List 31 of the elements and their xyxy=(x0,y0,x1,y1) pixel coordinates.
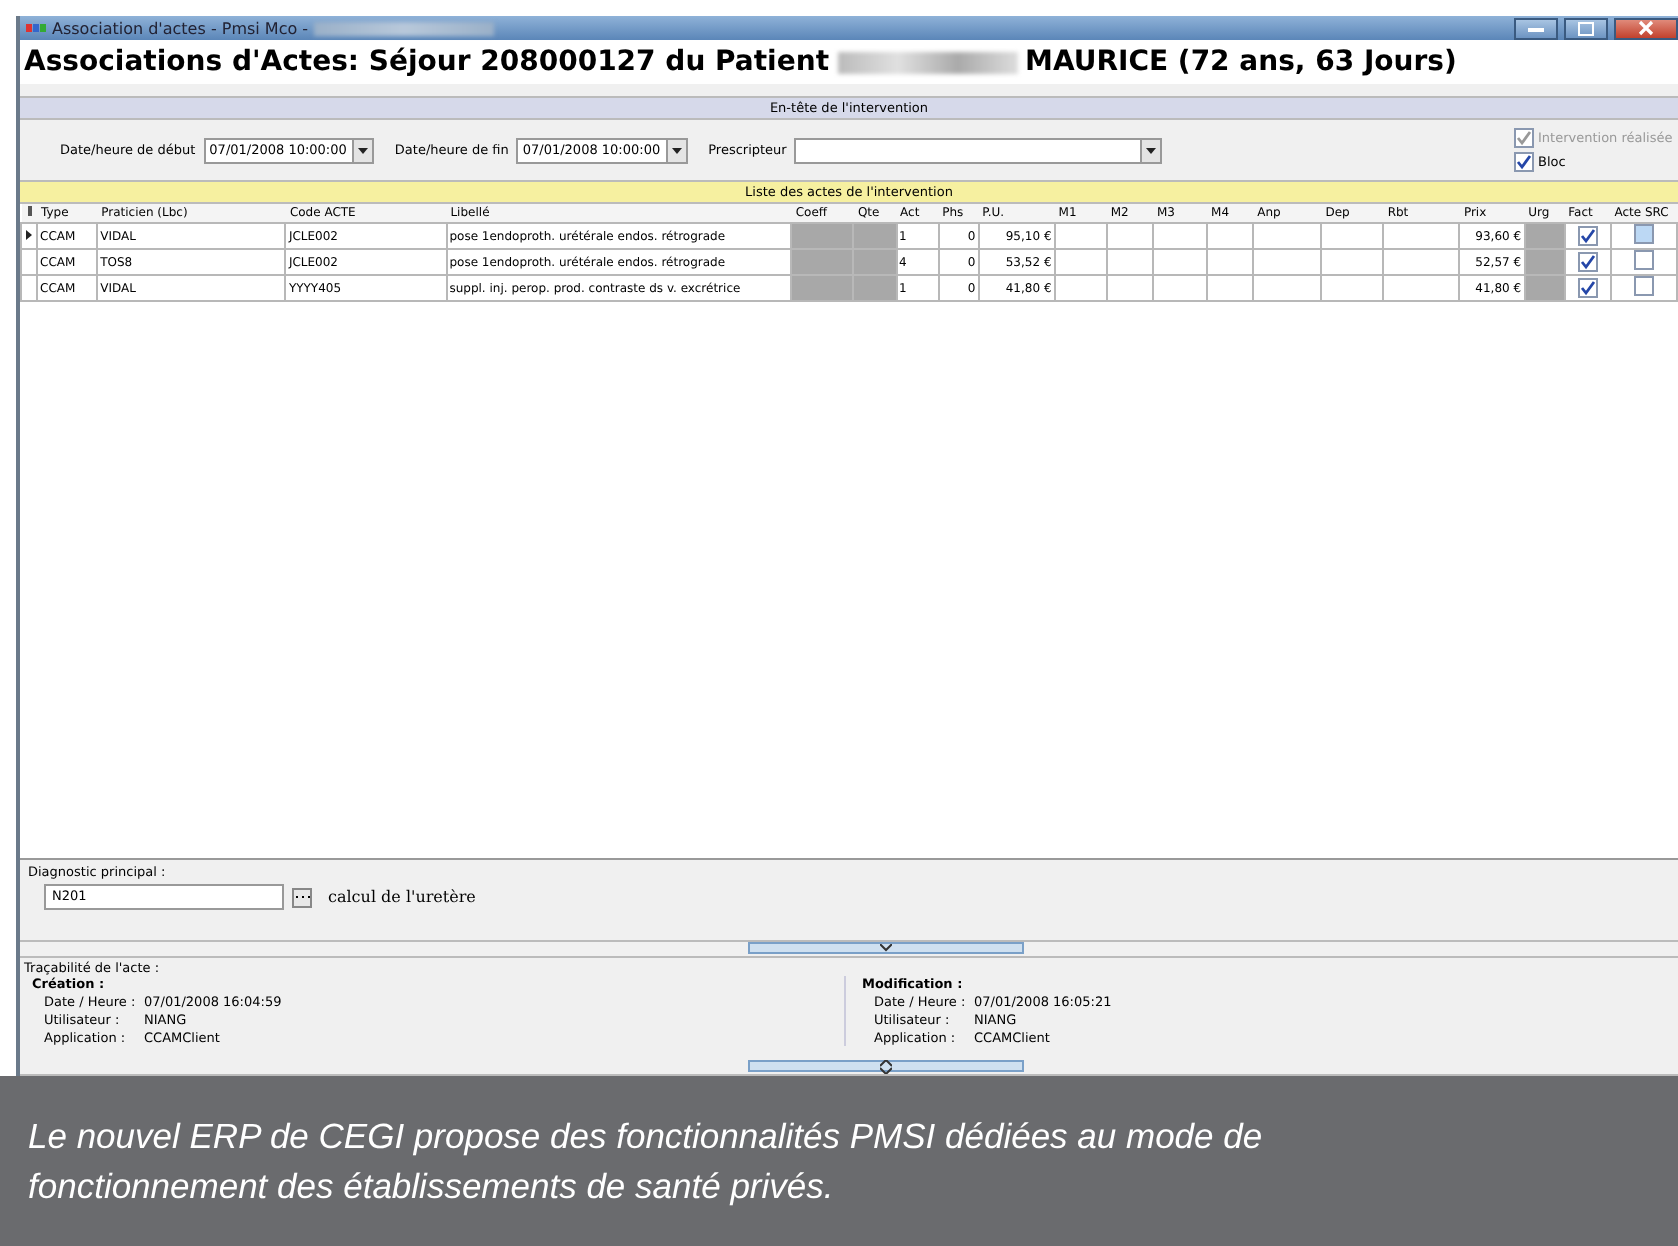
disabled-cell xyxy=(791,223,854,249)
splitter-handle[interactable] xyxy=(747,942,1023,954)
minimize-icon xyxy=(1528,25,1544,31)
checkbox[interactable] xyxy=(1577,277,1598,297)
checkbox[interactable] xyxy=(1633,251,1654,270)
grid-corner-icon xyxy=(27,206,31,216)
close-button[interactable] xyxy=(1614,17,1678,39)
maximize-icon xyxy=(1578,21,1594,35)
window-title: Association d'actes - Pmsi Mco - xyxy=(52,19,309,37)
row-header[interactable] xyxy=(21,223,38,249)
dropdown-icon xyxy=(672,147,683,153)
checkbox[interactable] xyxy=(1577,225,1598,245)
caption-text: Le nouvel ERP de CEGI propose des fonctionnalités PMSI dédiées au mode de fonctionnement des établissements de santé privés. xyxy=(28,1113,1265,1210)
minimize-button[interactable] xyxy=(1514,17,1558,39)
disabled-cell xyxy=(853,223,897,249)
maximize-button[interactable] xyxy=(1564,17,1608,39)
page-title: Associations d'Actes: Séjour 208000127 du Patient xyxy=(24,46,830,78)
current-row-icon xyxy=(26,229,32,239)
close-icon xyxy=(1638,20,1654,36)
dropdown-icon xyxy=(358,147,369,153)
splitter-handle[interactable] xyxy=(747,1060,1023,1072)
app-icon xyxy=(26,22,46,34)
checkbox[interactable] xyxy=(1514,152,1534,172)
page-title: MAURICE (72 ans, 63 Jours) xyxy=(1025,46,1457,78)
checkbox[interactable] xyxy=(1633,225,1654,244)
dropdown-icon xyxy=(1146,147,1157,153)
checkbox[interactable] xyxy=(1577,251,1598,271)
checkbox[interactable] xyxy=(1633,277,1654,296)
prescriber-dropdown[interactable] xyxy=(794,137,1163,163)
browse-button[interactable] xyxy=(292,887,312,907)
diagnosis-description: calcul de l'uretère xyxy=(328,888,476,906)
